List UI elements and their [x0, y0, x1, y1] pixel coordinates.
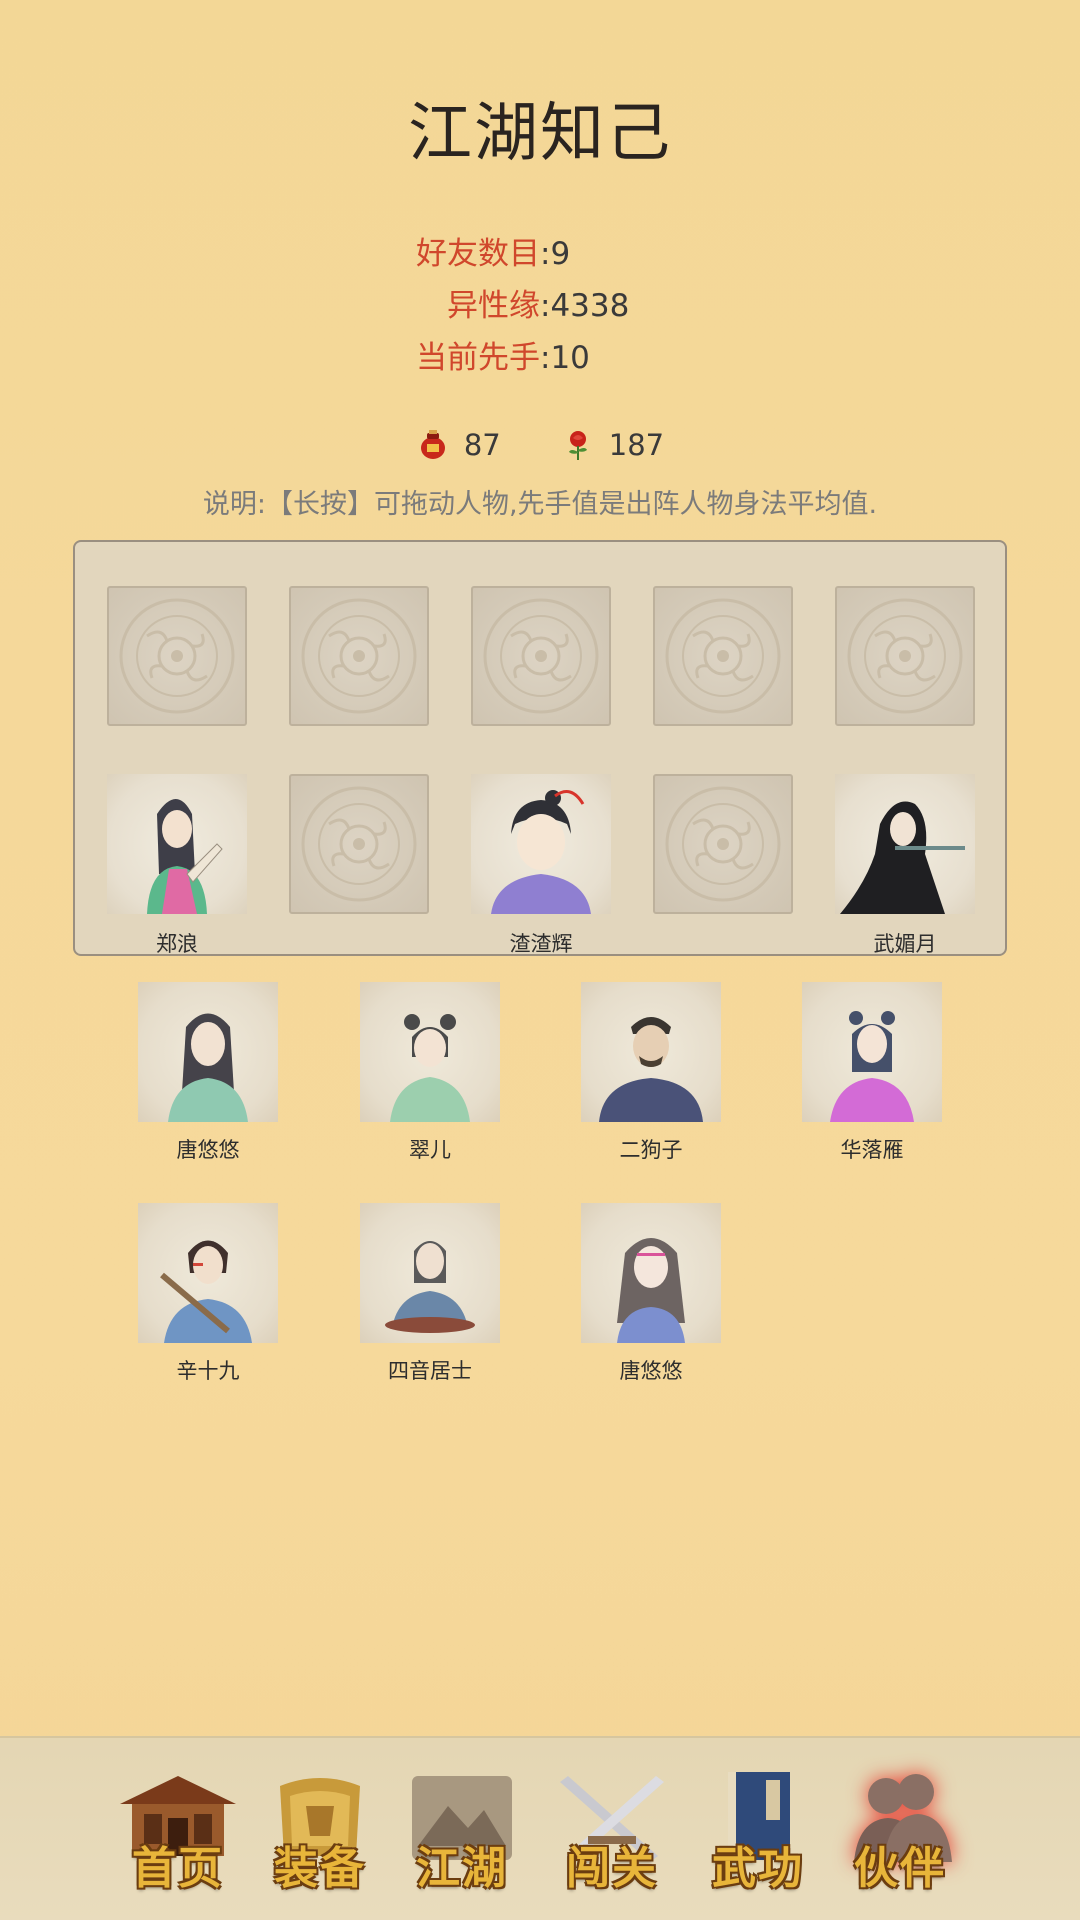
- formation-slot-empty[interactable]: [289, 774, 429, 914]
- bronze-seal-icon: [483, 598, 599, 714]
- nav-martial-arts[interactable]: 武功: [694, 1766, 822, 1896]
- bronze-seal-icon: [847, 598, 963, 714]
- nav-equipment[interactable]: 装备: [256, 1766, 384, 1896]
- stat-charm: 异性缘:4338: [380, 280, 780, 332]
- reserve-character[interactable]: 唐悠悠: [581, 1203, 721, 1385]
- stat-label: 异性缘: [447, 288, 540, 324]
- reserve-character[interactable]: 翠儿: [360, 982, 500, 1164]
- formation-slot-empty[interactable]: [653, 774, 793, 914]
- nav-challenge[interactable]: 闯关: [548, 1766, 676, 1896]
- resource-wine: 87: [416, 428, 501, 462]
- resource-rose: 187: [561, 428, 664, 462]
- bronze-seal-icon: [119, 598, 235, 714]
- character-portrait: [360, 1203, 500, 1343]
- formation-slot-character[interactable]: [471, 774, 611, 914]
- nav-home[interactable]: 首页: [114, 1766, 242, 1896]
- nav-label: 伙伴: [854, 1843, 946, 1894]
- bronze-seal-icon: [301, 786, 417, 902]
- character-name: 辛十九: [176, 1359, 240, 1383]
- formation-slot-empty[interactable]: [107, 586, 247, 726]
- character-name: 郑浪: [156, 932, 198, 956]
- character-portrait: [491, 790, 591, 914]
- formation-slot-empty[interactable]: [289, 586, 429, 726]
- nav-label: 江湖: [416, 1843, 508, 1894]
- character-name: 华落雁: [840, 1138, 904, 1162]
- reserve-character[interactable]: 二狗子: [581, 982, 721, 1164]
- character-portrait: [138, 1203, 278, 1343]
- stat-label: 好友数目: [416, 236, 540, 272]
- stats-panel: 好友数目:9 异性缘:4338 当前先手:10: [380, 228, 780, 384]
- character-portrait: [147, 799, 223, 914]
- reserve-character[interactable]: 华落雁: [802, 982, 942, 1164]
- page-title: 江湖知己: [408, 97, 672, 171]
- resource-value: 87: [463, 428, 501, 462]
- character-portrait: [581, 1203, 721, 1343]
- nav-jianghu[interactable]: 江湖: [398, 1766, 526, 1896]
- bottom-navigation: 首页 装备 江湖 闯关 武功 伙伴: [0, 1736, 1080, 1920]
- bronze-seal-icon: [665, 598, 781, 714]
- character-name: 唐悠悠: [619, 1359, 683, 1383]
- reserve-character[interactable]: 四音居士: [360, 1203, 500, 1385]
- character-name: 二狗子: [619, 1138, 683, 1162]
- formation-slot-empty[interactable]: [471, 586, 611, 726]
- nav-partners[interactable]: 伙伴: [836, 1766, 964, 1896]
- character-name: 唐悠悠: [176, 1138, 240, 1162]
- bronze-seal-icon: [301, 598, 417, 714]
- reserve-character[interactable]: 辛十九: [138, 1203, 278, 1385]
- instruction-text: 说明:【长按】可拖动人物,先手值是出阵人物身法平均值.: [202, 489, 878, 520]
- character-portrait: [138, 982, 278, 1122]
- nav-label: 闯关: [566, 1843, 658, 1894]
- formation-slot-empty[interactable]: [835, 586, 975, 726]
- formation-slot-empty[interactable]: [653, 586, 793, 726]
- rose-icon: [568, 431, 587, 460]
- bronze-seal-icon: [665, 786, 781, 902]
- character-name: 渣渣辉: [509, 932, 573, 956]
- stat-label: 当前先手: [416, 340, 540, 376]
- stat-value: 10: [550, 340, 590, 376]
- stat-value: 4338: [550, 288, 630, 324]
- character-name: 翠儿: [409, 1138, 451, 1162]
- resource-value: 187: [608, 428, 665, 462]
- wine-jar-icon: [420, 430, 445, 459]
- character-portrait: [802, 982, 942, 1122]
- formation-slot-character[interactable]: [107, 774, 247, 914]
- character-portrait: [360, 982, 500, 1122]
- formation-slot-character[interactable]: [835, 774, 975, 914]
- reserve-character[interactable]: 唐悠悠: [138, 982, 278, 1164]
- character-portrait: [840, 801, 965, 914]
- nav-label: 武功: [712, 1843, 804, 1894]
- nav-label: 装备: [274, 1843, 366, 1894]
- stat-value: 9: [550, 236, 571, 272]
- battle-formation-panel[interactable]: 郑浪 渣渣辉 武媚月: [73, 540, 1007, 956]
- stat-friend-count: 好友数目:9: [380, 228, 780, 280]
- resources-bar: 87 187: [0, 428, 1080, 462]
- nav-label: 首页: [132, 1843, 224, 1894]
- stat-initiative: 当前先手:10: [380, 332, 780, 384]
- character-name: 四音居士: [388, 1359, 472, 1383]
- character-portrait: [581, 982, 721, 1122]
- character-name: 武媚月: [873, 932, 937, 956]
